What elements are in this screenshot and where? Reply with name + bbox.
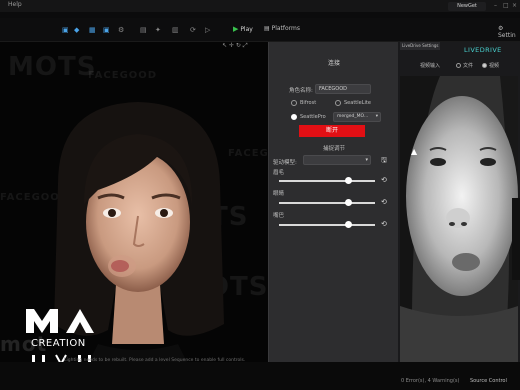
slider-label: 眼睛 <box>273 191 285 197</box>
camera-feed <box>400 76 518 364</box>
build-icon[interactable]: ▥ <box>172 26 179 34</box>
chevron-down-icon: ▾ <box>375 114 378 119</box>
reset-icon[interactable]: ⟲ <box>381 221 388 228</box>
radio-bifrost[interactable] <box>291 100 297 106</box>
settings-label: Settin <box>498 32 516 39</box>
settings-icon[interactable]: ⚙ <box>118 26 124 34</box>
radio-icon <box>456 63 461 68</box>
radio-label: SeattleLite <box>344 100 371 106</box>
cinematics-icon[interactable]: ✦ <box>155 26 161 34</box>
settings-button[interactable]: ⚙ Settin <box>498 25 520 39</box>
slider-label: 眉毛 <box>273 170 285 176</box>
marketplace-icon[interactable]: ▣ <box>103 26 110 34</box>
help-menu[interactable]: Help <box>8 1 22 8</box>
play-label: Play <box>240 26 253 33</box>
radio-label: Bifrost <box>300 100 317 106</box>
status-message: Lighting needs to be rebuilt. Please add… <box>64 358 246 363</box>
main-toolbar: ▣ ◆ ▦ ▣ ⚙ ▤ ✦ ▥ ⟳ ▷ ▶ Play ▤ Platforms ⚙… <box>0 18 520 42</box>
title-bar: Help NewGet – □ × <box>0 0 520 12</box>
slider-label: 嘴巴 <box>273 213 285 219</box>
play-icon: ▶ <box>233 25 239 33</box>
connection-panel: 连接 角色名称: FACEGOOD Bifrost SeattleLite Se… <box>268 42 398 362</box>
source-icon[interactable]: ◆ <box>74 26 79 34</box>
video-input-label: 视频输入 <box>420 63 441 69</box>
minimize-icon[interactable]: – <box>494 2 497 9</box>
maximize-icon[interactable]: □ <box>503 2 509 9</box>
reset-icon[interactable]: ⟲ <box>381 199 388 206</box>
connect-button[interactable]: 断开 <box>299 125 365 137</box>
status-bar <box>0 362 520 390</box>
slider-track[interactable] <box>279 224 375 226</box>
creation-logo-text: CREATION <box>31 338 86 349</box>
blueprint-icon[interactable]: ▤ <box>140 26 147 34</box>
step-icon[interactable]: ▷ <box>205 26 210 34</box>
source-option-file[interactable]: 文件 <box>456 62 473 69</box>
livedrive-title: LIVEDRIVE <box>464 46 502 54</box>
error-warning-count[interactable]: 0 Error(s), 4 Warning(s) <box>401 378 459 384</box>
chevron-down-icon: ▾ <box>365 157 368 163</box>
content-icon[interactable]: ▦ <box>89 26 96 34</box>
reset-icon[interactable]: ⟲ <box>381 177 388 184</box>
radio-seattlelite[interactable] <box>335 100 341 106</box>
editor-window: Help NewGet – □ × ▣ ◆ ▦ ▣ ⚙ ▤ ✦ ▥ ⟳ ▷ ▶ … <box>0 0 520 390</box>
slider-thumb[interactable] <box>344 199 352 206</box>
model-dropdown-value: merged_MO... <box>337 114 369 119</box>
gear-icon: ⚙ <box>498 25 504 32</box>
watermark: FACEGOOD <box>88 70 158 81</box>
source-control-button[interactable]: Source Control <box>470 378 507 384</box>
driver-mode-label: 驱动模型: <box>273 160 297 166</box>
slider-thumb[interactable] <box>344 177 352 184</box>
mouse-cursor-icon: ▲ <box>411 147 418 156</box>
slider-track[interactable] <box>279 180 375 182</box>
model-dropdown[interactable]: merged_MO... ▾ <box>333 112 381 122</box>
watermark: MOTS <box>8 52 97 82</box>
panel-title: 连接 <box>327 60 340 67</box>
radio-icon <box>482 63 487 68</box>
platforms-button[interactable]: ▤ Platforms <box>264 25 300 32</box>
compile-icon[interactable]: ⟳ <box>190 26 196 34</box>
slider-track[interactable] <box>279 202 375 204</box>
save-preset-icon[interactable]: 🖫 <box>381 156 387 167</box>
save-icon[interactable]: ▣ <box>62 26 69 34</box>
document-tab[interactable]: NewGet <box>448 2 486 11</box>
livedrive-panel: LiveDrive Settings LIVEDRIVE 视频输入 文件 视频 <box>398 42 520 364</box>
source-option-video[interactable]: 视频 <box>482 62 499 69</box>
driver-mode-dropdown[interactable]: ▾ <box>303 155 371 165</box>
livedrive-settings-tab[interactable]: LiveDrive Settings <box>400 42 440 50</box>
platforms-label: Platforms <box>271 25 301 32</box>
close-icon[interactable]: × <box>512 2 517 9</box>
platforms-icon: ▤ <box>264 25 270 32</box>
slider-thumb[interactable] <box>344 221 352 228</box>
play-button[interactable]: ▶ Play <box>233 25 253 35</box>
rotate-icon[interactable]: ↻ <box>236 42 241 49</box>
radio-label: SeattlePro <box>300 114 326 120</box>
move-icon[interactable]: ✛ <box>229 42 234 49</box>
capture-section-title: 捕捉调节 <box>322 146 345 152</box>
radio-seattlepro[interactable] <box>291 114 297 120</box>
scrollbar[interactable] <box>512 198 520 280</box>
scale-icon[interactable]: ⤢ <box>243 42 248 49</box>
viewport-toolbar: ↖ ✛ ↻ ⤢ <box>222 42 268 50</box>
role-name-field[interactable]: FACEGOOD <box>315 84 371 94</box>
select-mode-icon[interactable]: ↖ <box>222 42 227 49</box>
role-name-label: 角色名称: <box>289 88 313 94</box>
